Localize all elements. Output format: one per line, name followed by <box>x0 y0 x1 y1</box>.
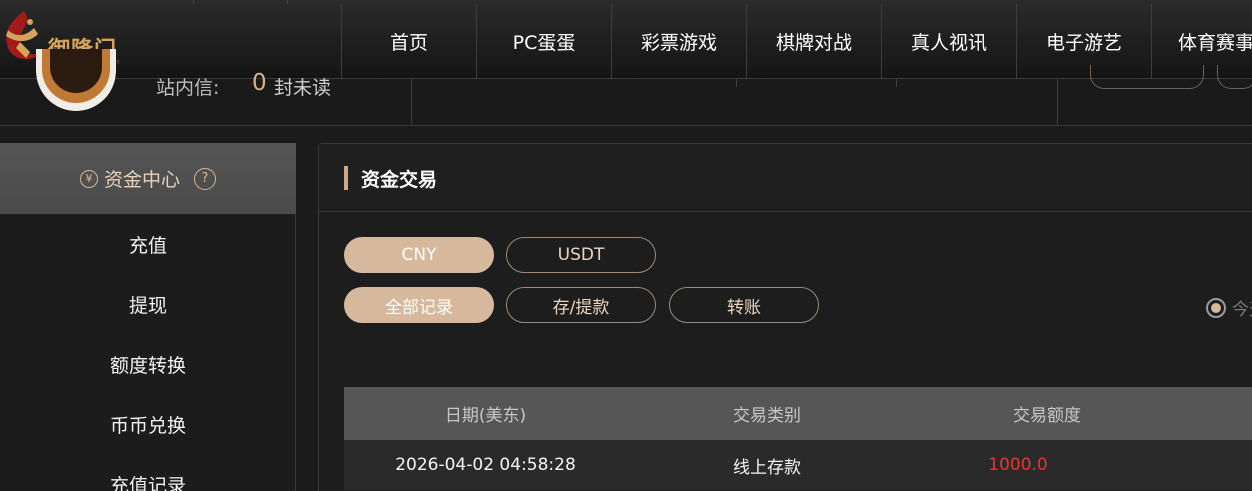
sidebar-item-deposit[interactable]: 充值 <box>0 214 296 274</box>
title-accent-bar <box>344 166 348 190</box>
top-bar: 御隆门 YULONGMEN ENTERTAINMENT GROUP 首页 PC蛋… <box>0 0 1252 79</box>
help-icon[interactable]: ? <box>194 167 216 190</box>
sidebar-item-transfer[interactable]: 额度转换 <box>0 334 296 394</box>
table-row: 2026-04-02 04:58:28 线上存款 1000.0 <box>344 440 1252 490</box>
date-filter-radio[interactable] <box>1206 297 1226 318</box>
column-header-type: 交易类别 <box>733 406 801 426</box>
date-filter: 今天 <box>1206 295 1252 320</box>
message-unread-label: 封未读 <box>274 77 332 99</box>
page: 御隆门 YULONGMEN ENTERTAINMENT GROUP 首页 PC蛋… <box>0 0 1252 491</box>
currency-tab-cny[interactable]: CNY <box>344 237 494 273</box>
funds-panel: 资金交易 CNY USDT 全部记录 存/提款 转账 今天 日期(美东) 交易类… <box>318 143 1252 491</box>
strip-divider <box>896 79 897 87</box>
sidebar-item-deposit-records[interactable]: 充值记录 <box>0 454 296 491</box>
currency-tab-usdt[interactable]: USDT <box>506 237 656 273</box>
message-label: 站内信: <box>156 77 220 99</box>
radio-dot-icon <box>1211 302 1221 313</box>
strip-divider <box>736 79 737 87</box>
message-count[interactable]: 0 <box>252 70 267 96</box>
cell-amount: 1000.0 <box>988 455 1048 475</box>
date-filter-label: 今天 <box>1232 300 1252 320</box>
tab-deposit-withdraw[interactable]: 存/提款 <box>506 287 656 323</box>
account-button[interactable] <box>1217 65 1252 89</box>
nav-item-lottery[interactable]: 彩票游戏 <box>611 4 746 79</box>
tab-transfer[interactable]: 转账 <box>669 287 819 323</box>
nav-item-card-games[interactable]: 棋牌对战 <box>746 4 881 79</box>
account-button[interactable] <box>1090 65 1204 89</box>
table-header: 日期(美东) 交易类别 交易额度 <box>344 387 1252 440</box>
strip-divider <box>411 79 412 126</box>
column-header-date: 日期(美东) <box>444 406 527 426</box>
avatar[interactable] <box>36 49 116 111</box>
cell-date: 2026-04-02 04:58:28 <box>395 455 576 475</box>
sidebar-item-exchange[interactable]: 币币兑换 <box>0 394 296 454</box>
page-title: 资金交易 <box>361 169 438 191</box>
nav-item-pc-eggs[interactable]: PC蛋蛋 <box>476 4 611 79</box>
strip-divider <box>1057 79 1058 126</box>
sidebar-item-withdraw[interactable]: 提现 <box>0 274 296 334</box>
nav-item-live-casino[interactable]: 真人视讯 <box>881 4 1016 79</box>
column-header-amount: 交易额度 <box>1013 406 1081 426</box>
top-divider <box>193 0 194 4</box>
sidebar-title: 资金中心 <box>103 169 180 191</box>
panel-header: 资金交易 <box>319 144 1252 212</box>
tab-all-records[interactable]: 全部记录 <box>344 287 494 323</box>
top-divider <box>287 0 288 4</box>
sidebar: ¥ 资金中心 ? 充值 提现 额度转换 币币兑换 充值记录 <box>0 143 296 491</box>
cell-type: 线上存款 <box>733 457 801 478</box>
nav-item-home[interactable]: 首页 <box>341 4 476 79</box>
sidebar-header: ¥ 资金中心 ? <box>0 143 296 214</box>
yen-icon: ¥ <box>79 169 98 188</box>
user-info-strip: 站内信: 0 封未读 <box>0 49 1252 126</box>
